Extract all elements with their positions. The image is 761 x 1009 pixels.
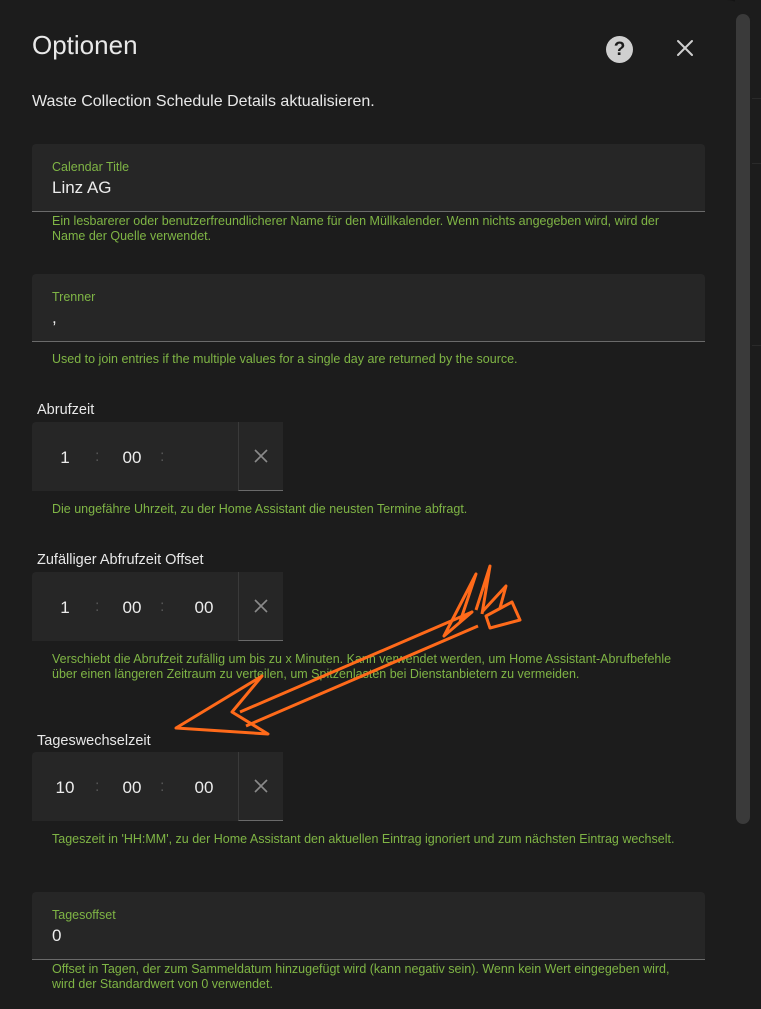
separator-helper: Used to join entries if the multiple val… [52,352,518,366]
day-offset-field[interactable]: Tagesoffset 0 [32,892,705,960]
random-offset-label: Zufälliger Abfrufzeit Offset [37,552,204,568]
random-offset-seconds[interactable]: 00 [184,598,224,618]
day-switch-time-minutes[interactable]: 00 [112,778,152,798]
day-switch-time-input: 10 : 00 : 00 [32,752,238,821]
fetch-time-input: 1 : 00 : [32,422,238,491]
day-switch-time-label: Tageswechselzeit [37,733,151,749]
fetch-time-clear-button[interactable] [238,422,283,491]
random-offset-hours[interactable]: 1 [45,598,85,618]
time-separator: : [160,448,165,465]
random-offset-minutes[interactable]: 00 [112,598,152,618]
day-switch-time-seconds[interactable]: 00 [184,778,224,798]
fetch-time-label: Abrufzeit [37,402,95,418]
time-separator: : [95,778,100,795]
separator-label: Trenner [52,290,96,304]
fetch-time-hours[interactable]: 1 [45,448,85,468]
help-icon[interactable]: ? [606,36,633,63]
day-switch-time-hours[interactable]: 10 [45,778,85,798]
calendar-title-helper: Ein lesbarerer oder benutzerfreundlicher… [52,214,660,243]
day-offset-value[interactable]: 0 [52,926,61,946]
day-switch-time-clear-button[interactable] [238,752,283,821]
close-icon[interactable] [673,36,697,60]
clear-x-icon [254,449,268,463]
dialog-title: Optionen [32,30,138,60]
time-separator: : [160,778,165,795]
time-separator: : [160,598,165,615]
separator-field[interactable]: Trenner , [32,274,705,342]
day-offset-label: Tagesoffset [52,908,116,922]
dialog-subtitle: Waste Collection Schedule Details aktual… [32,93,375,110]
day-switch-time-helper: Tageszeit in 'HH:MM', zu der Home Assist… [52,832,675,846]
fetch-time-helper: Die ungefähre Uhrzeit, zu der Home Assis… [52,502,468,516]
calendar-title-field[interactable]: Calendar Title Linz AG [32,144,705,212]
clear-x-icon [254,599,268,613]
time-separator: : [95,448,100,465]
options-dialog: Optionen ? Waste Collection Schedule Det… [0,0,752,1009]
random-offset-helper: Verschiebt die Abrufzeit zufällig um bis… [52,652,672,681]
random-offset-clear-button[interactable] [238,572,283,641]
random-offset-input: 1 : 00 : 00 [32,572,238,641]
calendar-title-label: Calendar Title [52,160,130,174]
time-separator: : [95,598,100,615]
calendar-title-value[interactable]: Linz AG [52,178,112,198]
dialog-scrollbar[interactable] [736,14,750,824]
separator-value[interactable]: , [52,308,57,328]
day-offset-helper: Offset in Tagen, der zum Sammeldatum hin… [52,962,670,991]
clear-x-icon [254,779,268,793]
fetch-time-minutes[interactable]: 00 [112,448,152,468]
